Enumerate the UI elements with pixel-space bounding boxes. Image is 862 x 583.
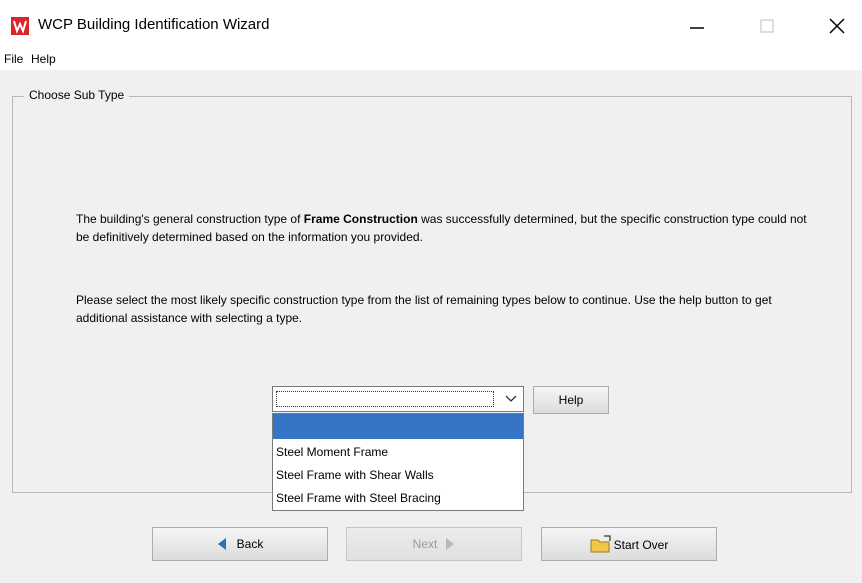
- start-over-button-content: Start Over: [542, 535, 716, 553]
- chevron-down-icon[interactable]: [505, 395, 517, 403]
- help-button-label: Help: [558, 393, 584, 407]
- determination-message: The building's general construction type…: [76, 210, 816, 246]
- instruction-message: Please select the most likely specific c…: [76, 293, 772, 325]
- window-title: WCP Building Identification Wizard: [38, 16, 270, 33]
- message-text-start: The building's general construction type…: [76, 212, 304, 226]
- app-logo-icon: [11, 17, 29, 35]
- sub-type-dropdown-list: Steel Moment Frame Steel Frame with Shea…: [272, 413, 524, 511]
- arrow-right-icon: [446, 538, 455, 550]
- minimize-icon: [690, 27, 704, 29]
- menu-help[interactable]: Help: [31, 52, 56, 66]
- arrow-left-icon: [217, 538, 226, 550]
- dropdown-option-steel-moment-frame[interactable]: Steel Moment Frame: [273, 443, 523, 461]
- wizard-window: WCP Building Identification Wizard File …: [0, 0, 862, 583]
- dropdown-option-empty[interactable]: [273, 414, 523, 439]
- maximize-button[interactable]: [745, 8, 789, 42]
- sub-type-combobox[interactable]: [272, 386, 524, 412]
- folder-icon: [590, 535, 611, 553]
- maximize-icon: [760, 19, 774, 33]
- panel-legend: Choose Sub Type: [24, 88, 130, 102]
- start-over-button-label: Start Over: [613, 538, 669, 552]
- title-bar[interactable]: WCP Building Identification Wizard: [0, 0, 862, 46]
- next-button-content: Next: [347, 537, 521, 551]
- combobox-value[interactable]: [276, 391, 494, 407]
- help-button[interactable]: Help: [533, 386, 609, 414]
- back-button-label: Back: [236, 537, 264, 551]
- next-button-label: Next: [412, 537, 438, 551]
- menu-file[interactable]: File: [4, 52, 23, 66]
- dropdown-option-steel-frame-steel-bracing[interactable]: Steel Frame with Steel Bracing: [273, 489, 523, 507]
- start-over-button[interactable]: Start Over: [541, 527, 717, 561]
- dropdown-option-steel-frame-shear-walls[interactable]: Steel Frame with Shear Walls: [273, 466, 523, 484]
- next-button[interactable]: Next: [346, 527, 522, 561]
- close-button[interactable]: [815, 8, 859, 42]
- menu-bar: File Help: [0, 46, 862, 70]
- construction-type-bold: Frame Construction: [303, 212, 418, 226]
- close-icon: [829, 18, 845, 34]
- back-button-content: Back: [153, 537, 327, 551]
- back-button[interactable]: Back: [152, 527, 328, 561]
- minimize-button[interactable]: [675, 8, 719, 42]
